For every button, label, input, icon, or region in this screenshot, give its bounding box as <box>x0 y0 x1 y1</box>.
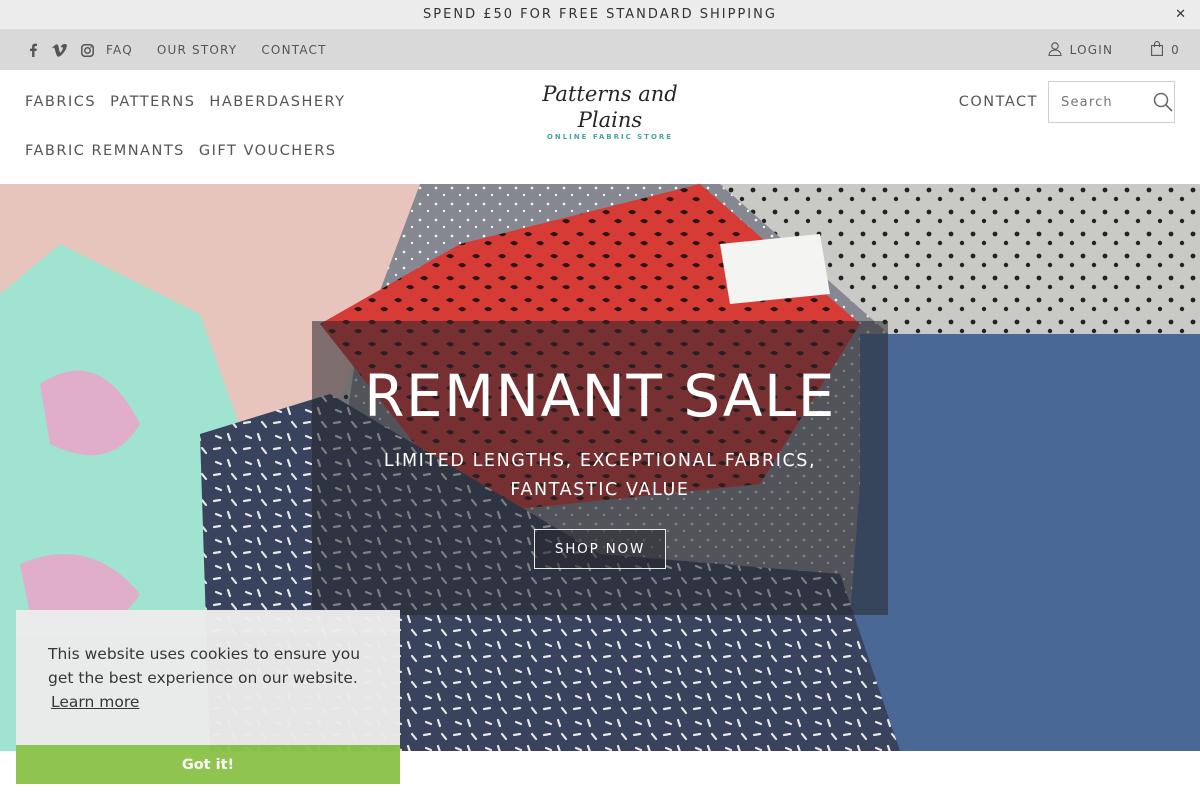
nav-item-patterns[interactable]: PATTERNS <box>110 86 195 118</box>
login-label: LOGIN <box>1069 43 1114 57</box>
hero-caption: REMNANT SALE LIMITED LENGTHS, EXCEPTIONA… <box>312 321 888 615</box>
search-input[interactable] <box>1059 93 1147 111</box>
topbar-link-our-story[interactable]: OUR STORY <box>157 43 237 57</box>
cart-link[interactable]: 0 <box>1151 41 1180 59</box>
cookie-banner: This website uses cookies to ensure you … <box>16 610 400 784</box>
hero-subtitle: LIMITED LENGTHS, EXCEPTIONAL FABRICS, FA… <box>383 451 817 500</box>
main-navigation: FABRICS PATTERNS HABERDASHERY FABRIC REM… <box>25 86 495 167</box>
announcement-bar: SPEND £50 FOR FREE STANDARD SHIPPING ✕ <box>0 0 1200 30</box>
top-utility-bar: FAQ OUR STORY CONTACT LOGIN 0 <box>0 30 1200 70</box>
topbar-link-faq[interactable]: FAQ <box>106 43 133 57</box>
social-links <box>28 43 94 57</box>
nav-item-contact[interactable]: CONTACT <box>959 94 1038 110</box>
site-logo[interactable]: Patterns and Plains ONLINE FABRIC STORE <box>520 81 700 141</box>
cookie-message: This website uses cookies to ensure you … <box>48 645 361 687</box>
logo-wordmark: Patterns and Plains <box>542 82 678 132</box>
facebook-icon[interactable] <box>28 43 38 57</box>
shopping-bag-icon <box>1151 41 1164 59</box>
login-link[interactable]: LOGIN <box>1048 41 1114 59</box>
nav-item-gift-vouchers[interactable]: GIFT VOUCHERS <box>199 135 337 167</box>
learn-more-link[interactable]: Learn more <box>51 693 368 711</box>
vimeo-icon[interactable] <box>52 43 67 57</box>
search-icon[interactable] <box>1153 92 1173 112</box>
accept-cookies-button[interactable]: Got it! <box>16 745 400 784</box>
announcement-text: SPEND £50 FOR FREE STANDARD SHIPPING <box>423 7 777 22</box>
main-header: FABRICS PATTERNS HABERDASHERY FABRIC REM… <box>0 70 1200 184</box>
logo-tagline: ONLINE FABRIC STORE <box>546 133 674 141</box>
nav-item-fabric-remnants[interactable]: FABRIC REMNANTS <box>25 135 185 167</box>
instagram-icon[interactable] <box>81 43 94 57</box>
user-icon <box>1048 41 1062 59</box>
nav-item-haberdashery[interactable]: HABERDASHERY <box>209 86 345 118</box>
shop-now-button[interactable]: SHOP NOW <box>533 529 667 569</box>
cart-count: 0 <box>1171 43 1180 57</box>
hero-title: REMNANT SALE <box>364 362 836 430</box>
close-icon[interactable]: ✕ <box>1175 7 1188 22</box>
nav-item-fabrics[interactable]: FABRICS <box>25 86 96 118</box>
topbar-link-contact[interactable]: CONTACT <box>261 43 326 57</box>
search-box[interactable] <box>1048 81 1175 123</box>
